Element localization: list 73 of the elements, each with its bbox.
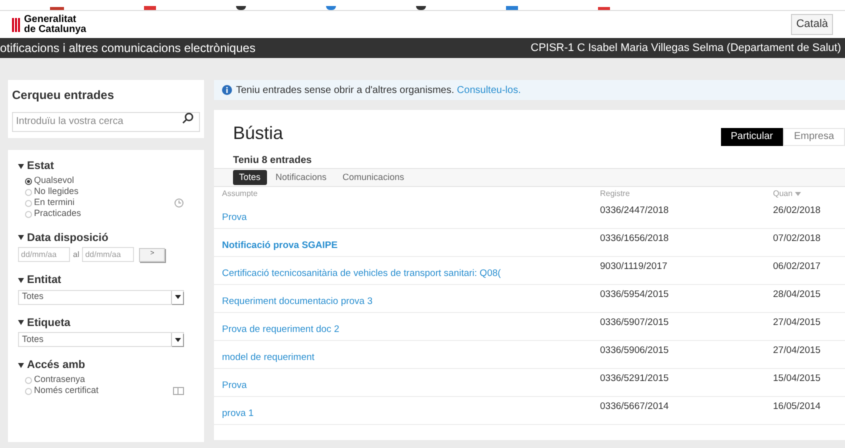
table-cell-text: 0336/5667/2014 <box>600 400 670 414</box>
caret-icon[interactable] <box>18 320 24 326</box>
table-cell-text: 26/02/2018 <box>773 204 821 218</box>
radio-button[interactable] <box>25 178 32 184</box>
dropdown-arrow-icon[interactable] <box>171 290 183 304</box>
radio-label[interactable]: En termini <box>34 196 75 210</box>
panel-title: Cerqueu entrades <box>12 87 116 104</box>
cut-off-icon[interactable] <box>236 6 246 10</box>
entry-count: Teniu 8 entrades <box>232 154 313 168</box>
date-separator: al <box>73 248 80 260</box>
card-icon[interactable] <box>173 387 184 395</box>
subject-link[interactable]: prova 1 <box>222 406 600 424</box>
radio-label[interactable]: Practicades <box>34 207 82 221</box>
caret-icon[interactable] <box>18 235 24 240</box>
logo-text: Generalitat <box>24 14 78 24</box>
info-message: Teniu entrades sense obrir a d'altres organismes. Consulteu-los. <box>236 84 521 98</box>
subject-link[interactable]: Certificació tecnicosanitària de vehicles de transport sanitari: Q08( <box>222 266 600 284</box>
column-header: Registre <box>600 188 631 200</box>
date-field[interactable]: dd/mm/aa <box>18 247 70 262</box>
app-title: otificacions i altres comunicacions electròniques <box>0 40 256 57</box>
dropdown[interactable]: Totes <box>18 290 184 304</box>
table-cell-text: 0336/1656/2018 <box>600 232 670 246</box>
tab[interactable]: Notificacions <box>268 170 334 185</box>
filter-title[interactable]: Accés amb <box>27 357 86 374</box>
clock-icon[interactable] <box>174 198 184 208</box>
table-cell-text: 0336/2447/2018 <box>600 204 670 218</box>
filter-title[interactable]: Entitat <box>27 272 62 288</box>
filter-title[interactable]: Estat <box>27 158 54 174</box>
subject-link[interactable]: Prova <box>222 378 600 396</box>
radio-label[interactable]: No llegides <box>34 185 79 199</box>
filter-title[interactable]: Etiqueta <box>27 314 70 331</box>
subject-link[interactable]: Prova <box>222 210 600 228</box>
mode-button[interactable]: Particular <box>720 128 783 146</box>
table-cell-text: 15/04/2015 <box>773 372 821 386</box>
subject-link[interactable]: Requeriment documentacio prova 3 <box>222 294 600 312</box>
table-cell-text: 07/02/2018 <box>773 232 821 246</box>
user-name[interactable]: CPISR-1 C Isabel Maria Villegas Selma (Departament de Salut) <box>530 40 841 56</box>
table-cell-text: 0336/5291/2015 <box>600 372 670 386</box>
filter-title[interactable]: Data disposició <box>27 230 108 246</box>
date-field[interactable]: dd/mm/aa <box>82 247 134 262</box>
caret-icon[interactable] <box>18 278 24 283</box>
logo-text: de Catalunya <box>24 24 86 34</box>
tab[interactable]: Totes <box>233 170 267 185</box>
logo-icon <box>12 18 20 32</box>
table-cell-text: 9030/1119/2017 <box>600 260 668 274</box>
cut-off-icon[interactable] <box>416 6 426 10</box>
subject-link[interactable]: model de requeriment <box>222 350 600 368</box>
language-selector[interactable]: Català <box>791 14 833 35</box>
subject-link[interactable]: Prova de requeriment doc 2 <box>222 322 600 340</box>
info-icon <box>222 85 232 95</box>
sort-icon[interactable] <box>794 192 801 196</box>
dropdown-arrow-icon[interactable] <box>171 333 183 346</box>
table-cell-text: 27/04/2015 <box>773 316 821 330</box>
table-cell-text: 0336/5954/2015 <box>600 288 670 302</box>
caret-icon[interactable] <box>18 362 24 368</box>
column-header: Assumpte <box>222 188 259 200</box>
caret-icon[interactable] <box>18 164 24 169</box>
search-icon[interactable] <box>182 112 194 124</box>
table-cell-text: 27/04/2015 <box>773 344 821 358</box>
table-cell-text: 0336/5906/2015 <box>600 344 670 358</box>
dropdown[interactable]: Totes <box>18 332 184 347</box>
radio-label[interactable]: Contrasenya <box>34 373 86 387</box>
table-cell-text: 16/05/2014 <box>773 400 821 414</box>
mode-button[interactable]: Empresa <box>782 128 845 146</box>
page-title: Bústia <box>233 122 284 145</box>
radio-label[interactable]: Qualsevol <box>34 174 74 188</box>
search-field[interactable]: Introduïu la vostra cerca <box>12 112 200 132</box>
subject-link[interactable]: Notificació prova SGAIPE <box>222 238 600 256</box>
tab[interactable]: Comunicacions <box>336 170 412 185</box>
table-cell-text: 0336/5907/2015 <box>600 316 670 330</box>
table-cell-text: 06/02/2017 <box>773 260 821 274</box>
radio-label[interactable]: Només certificat <box>34 384 99 398</box>
table-cell-text: 28/04/2015 <box>773 288 821 302</box>
